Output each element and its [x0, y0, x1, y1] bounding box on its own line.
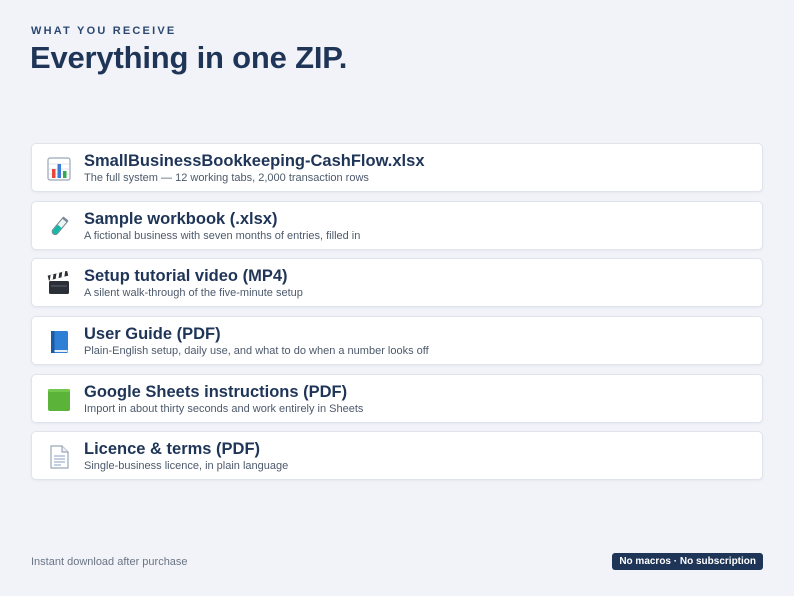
file-card-user-guide: User Guide (PDF) Plain-English setup, da…	[31, 316, 763, 366]
file-card-tutorial-video: Setup tutorial video (MP4) A silent walk…	[31, 258, 763, 308]
file-description: The full system — 12 working tabs, 2,000…	[84, 172, 369, 184]
file-list: SmallBusinessBookkeeping-CashFlow.xlsx T…	[31, 143, 763, 489]
page-title: Everything in one ZIP.	[30, 40, 348, 75]
file-title: SmallBusinessBookkeeping-CashFlow.xlsx	[84, 152, 425, 170]
file-description: A silent walk-through of the five-minute…	[84, 287, 303, 300]
file-card-spreadsheet: SmallBusinessBookkeeping-CashFlow.xlsx T…	[31, 143, 763, 192]
file-card-licence: Licence & terms (PDF) Single-business li…	[31, 431, 763, 481]
file-description: Single-business licence, in plain langua…	[84, 460, 289, 473]
spreadsheet-chart-icon	[47, 157, 71, 181]
file-card-sample-workbook: Sample workbook (.xlsx) A fictional busi…	[31, 200, 763, 250]
file-title: Setup tutorial video (MP4)	[84, 267, 288, 286]
footer-note: Instant download after purchase	[31, 556, 188, 568]
document-icon	[50, 445, 69, 470]
test-tube-icon	[51, 216, 69, 235]
feature-badge: No macros · No subscription	[612, 553, 763, 570]
file-title: Google Sheets instructions (PDF)	[84, 382, 348, 401]
file-title: Licence & terms (PDF)	[84, 440, 261, 459]
file-title: Sample workbook (.xlsx)	[84, 209, 278, 228]
green-square-icon	[48, 388, 70, 411]
blue-book-icon	[51, 331, 68, 354]
file-description: Import in about thirty seconds and work …	[84, 402, 364, 415]
file-title: User Guide (PDF)	[84, 325, 221, 344]
file-description: Plain-English setup, daily use, and what…	[84, 345, 429, 358]
clapperboard-icon	[47, 271, 69, 295]
eyebrow-label: WHAT YOU RECEIVE	[31, 25, 177, 37]
file-description: A fictional business with seven months o…	[84, 229, 361, 242]
file-card-sheets-instructions: Google Sheets instructions (PDF) Import …	[31, 373, 763, 423]
